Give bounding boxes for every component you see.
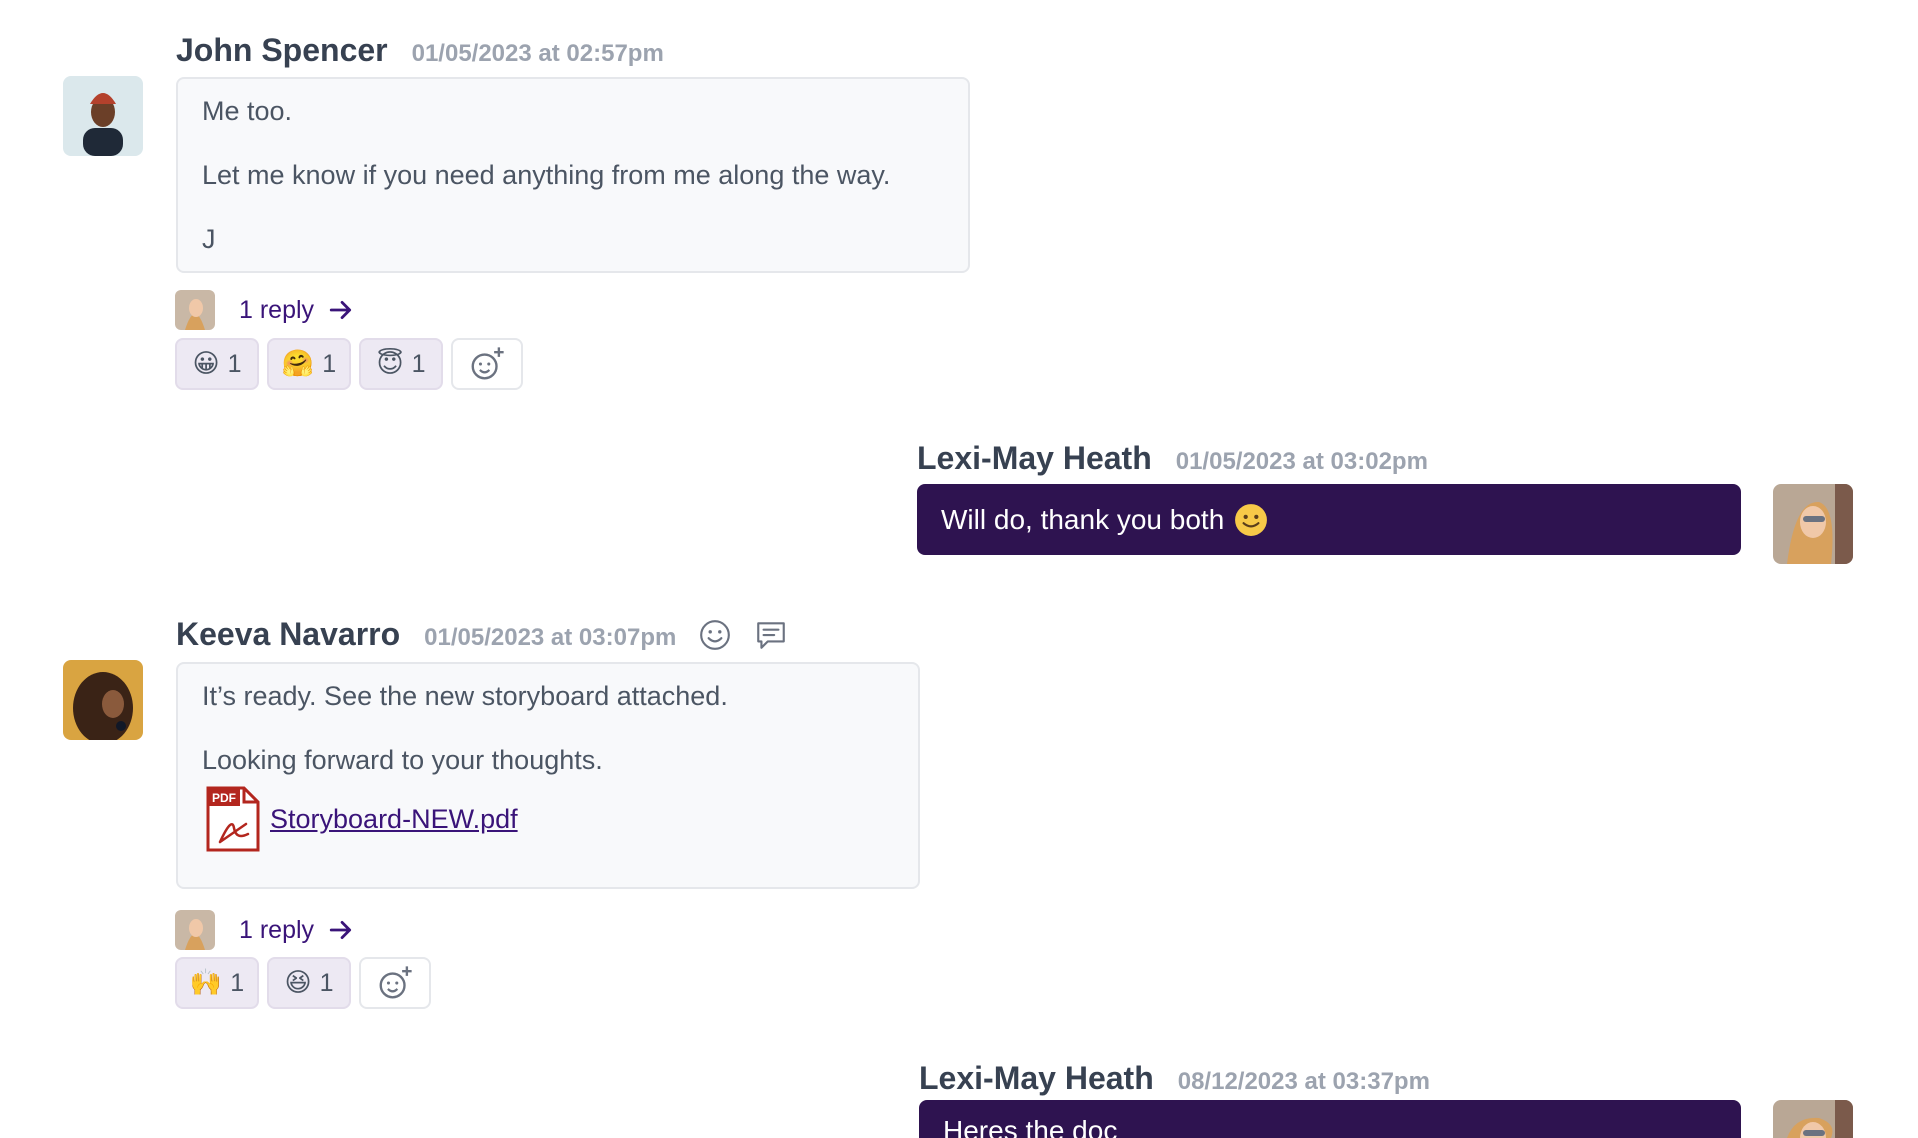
reply-count-link[interactable]: 1 reply <box>239 296 314 325</box>
message-paragraph: It’s ready. See the new storyboard attac… <box>202 681 728 711</box>
message-timestamp: 01/05/2023 at 03:02pm <box>1175 448 1428 475</box>
grinning-squinting-face-icon: 😆 <box>284 968 312 998</box>
author-name: Lexi-May Heath <box>917 440 1152 476</box>
reply-avatar <box>175 910 215 950</box>
reaction-grinning-squinting-face[interactable]: 😆 1 <box>267 957 351 1009</box>
add-emoji-icon <box>379 966 412 999</box>
reply-thread-icon[interactable] <box>754 618 788 652</box>
pdf-file-icon: PDF <box>206 786 260 852</box>
message-paragraph: Me too. <box>202 96 293 126</box>
slightly-smiling-face-icon <box>1235 503 1268 536</box>
reply-count-link[interactable]: 1 reply <box>239 916 314 945</box>
reactions: 🙌 1 😆 1 <box>175 957 439 1009</box>
reply-avatar <box>175 290 215 330</box>
smiling-face-with-halo-icon: 😇 <box>376 349 404 379</box>
author-name: Keeva Navarro <box>176 616 401 652</box>
attachment-link[interactable]: Storyboard-NEW.pdf <box>270 799 518 839</box>
arrow-right-icon <box>329 921 352 939</box>
message-text: Heres the doc <box>943 1115 1118 1138</box>
author-name: Lexi-May Heath <box>919 1060 1154 1096</box>
reaction-grinning-face[interactable]: 😀 1 <box>175 338 259 390</box>
reactions: 😀 1 🤗 1 😇 1 <box>175 338 531 390</box>
raising-hands-icon: 🙌 <box>189 968 223 998</box>
reaction-hugging-face[interactable]: 🤗 1 <box>267 338 351 390</box>
message-timestamp: 08/12/2023 at 03:37pm <box>1177 1068 1430 1095</box>
message-text: Will do, thank you both <box>941 503 1225 535</box>
reaction-halo-face[interactable]: 😇 1 <box>359 338 443 390</box>
pdf-badge: PDF <box>212 791 236 805</box>
thread-replies[interactable]: 1 reply <box>175 290 354 330</box>
message-paragraph: Looking forward to your thoughts. <box>202 745 603 775</box>
avatar-john-spencer <box>63 76 143 156</box>
message-timestamp: 01/05/2023 at 02:57pm <box>411 40 664 67</box>
reaction-count: 1 <box>319 968 334 997</box>
reaction-count: 1 <box>322 349 337 378</box>
message-paragraph: Let me know if you need anything from me… <box>202 160 891 190</box>
reaction-count: 1 <box>230 968 245 997</box>
message-header: Keeva Navarro 01/05/2023 at 03:07pm <box>176 616 788 653</box>
grinning-face-icon: 😀 <box>192 349 220 379</box>
message-header: John Spencer 01/05/2023 at 02:57pm <box>176 32 664 69</box>
reaction-count: 1 <box>411 349 426 378</box>
add-emoji-icon <box>471 347 504 380</box>
reaction-raising-hands[interactable]: 🙌 1 <box>175 957 259 1009</box>
attachment[interactable]: PDF Storyboard-NEW.pdf <box>202 786 894 852</box>
emoji-reaction-icon[interactable] <box>698 618 732 652</box>
hugging-face-icon: 🤗 <box>281 349 315 379</box>
message-bubble: It’s ready. See the new storyboard attac… <box>176 662 920 889</box>
reaction-count: 1 <box>227 349 242 378</box>
message-header: Lexi-May Heath 01/05/2023 at 03:02pm <box>917 440 1428 477</box>
arrow-right-icon <box>329 301 352 319</box>
avatar-lexi-may-heath <box>1773 484 1853 564</box>
avatar-lexi-may-heath <box>1773 1100 1853 1138</box>
add-reaction-button[interactable] <box>451 338 523 390</box>
message-paragraph: J <box>202 224 216 254</box>
message-bubble: Me too. Let me know if you need anything… <box>176 77 970 273</box>
avatar-keeva-navarro <box>63 660 143 740</box>
message-header: Lexi-May Heath 08/12/2023 at 03:37pm <box>919 1060 1430 1097</box>
message-bubble-outgoing: Heres the doc <box>919 1100 1741 1138</box>
add-reaction-button[interactable] <box>359 957 431 1009</box>
author-name: John Spencer <box>176 32 388 68</box>
thread-replies[interactable]: 1 reply <box>175 910 354 950</box>
message-bubble-outgoing: Will do, thank you both <box>917 484 1741 555</box>
message-timestamp: 01/05/2023 at 03:07pm <box>424 624 677 651</box>
